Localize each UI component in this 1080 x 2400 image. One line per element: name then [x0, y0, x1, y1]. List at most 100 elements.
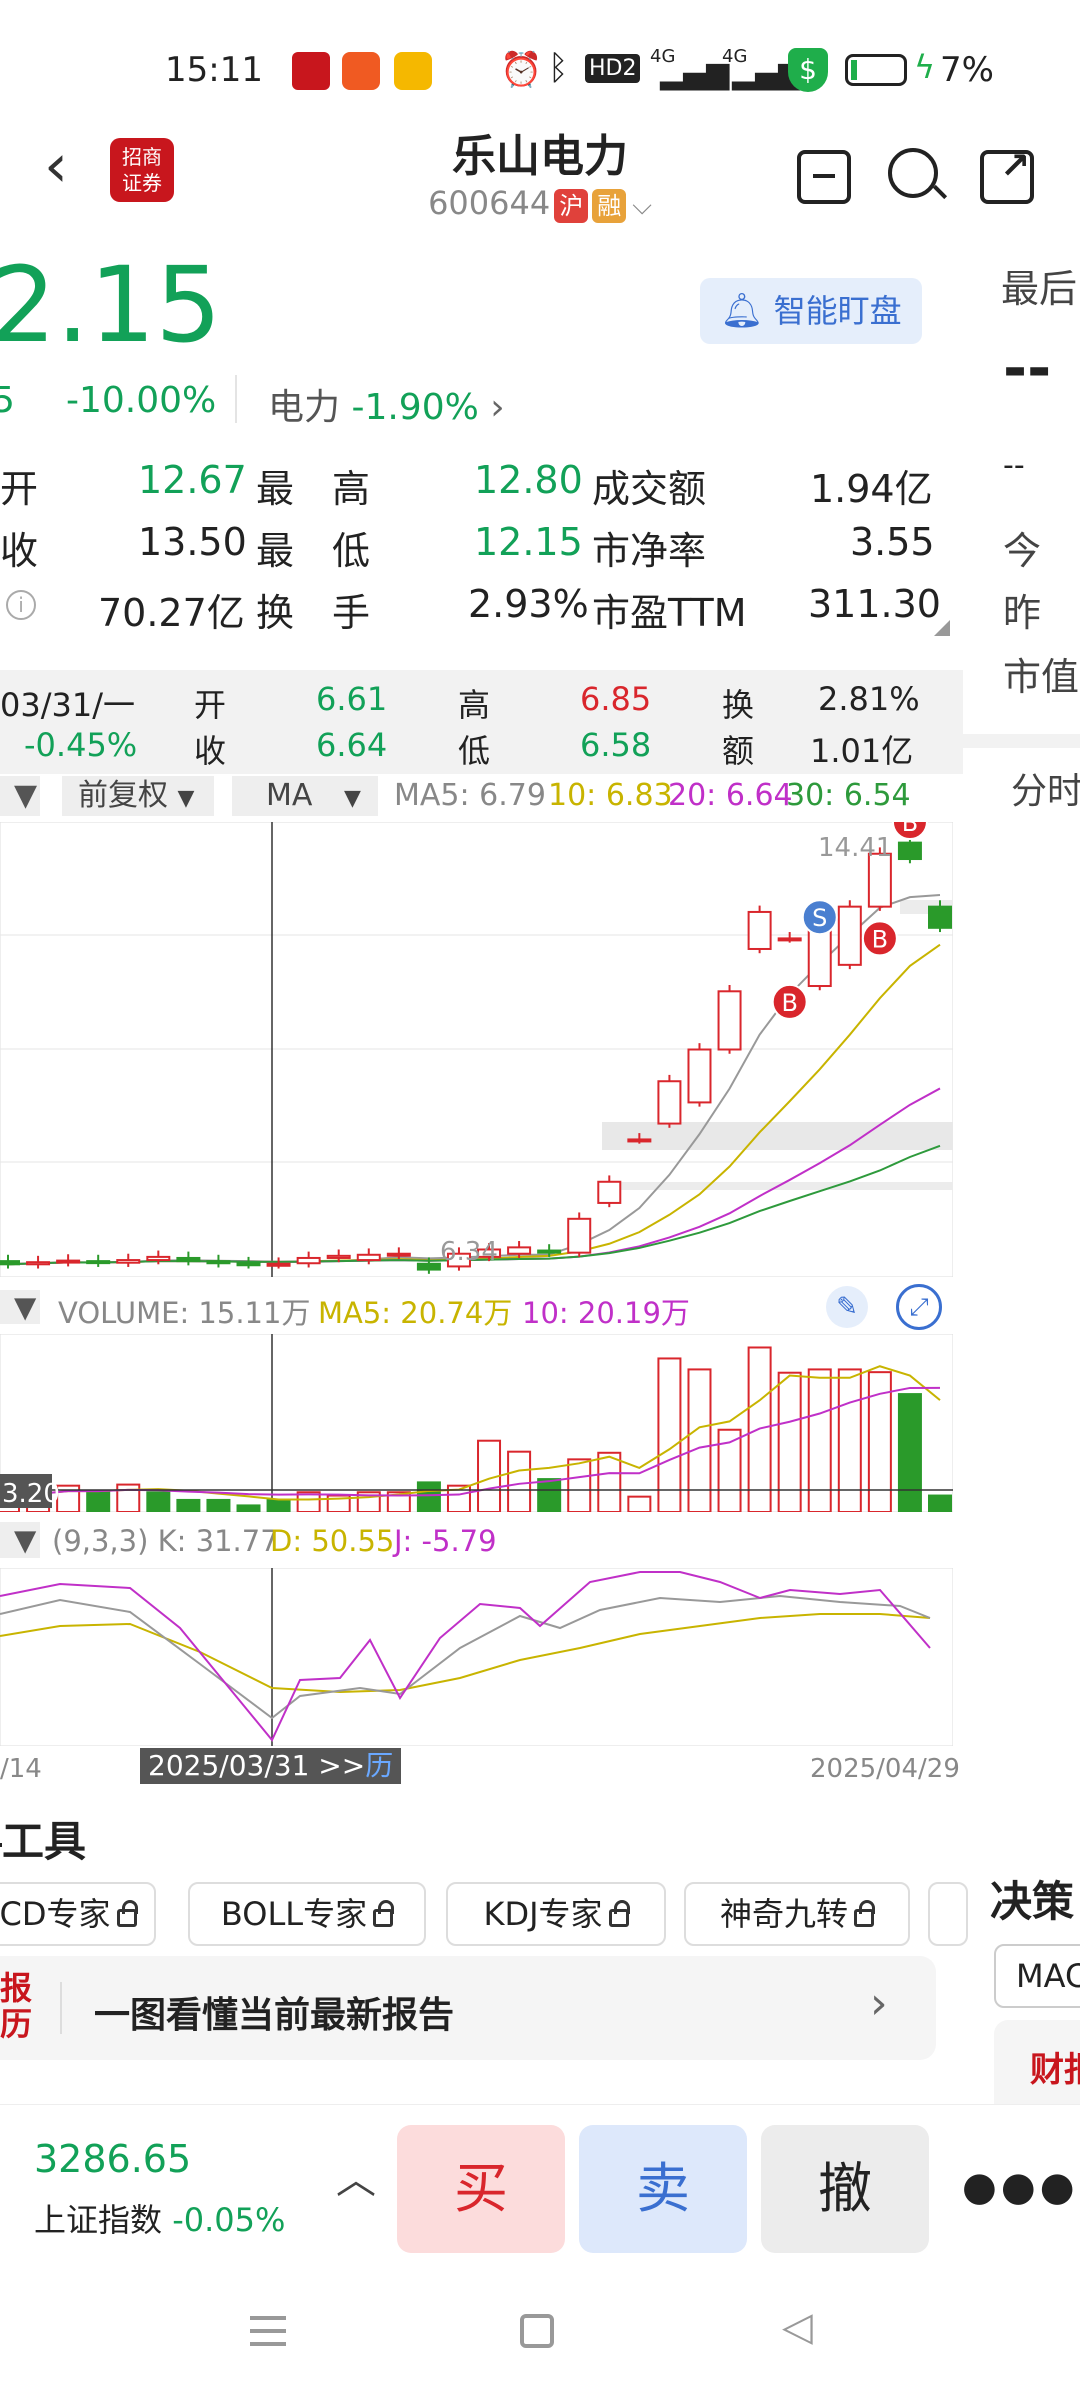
app-icon-cms	[292, 52, 330, 90]
tool-more[interactable]	[928, 1882, 968, 1946]
adjust-dropdown[interactable]: 前复权 ▼	[62, 776, 214, 816]
buy-button[interactable]: 买	[397, 2125, 565, 2253]
trade-marker-label: B	[781, 989, 797, 1017]
candle-body	[326, 1254, 351, 1259]
volume-bar	[777, 1371, 802, 1512]
period-dropdown[interactable]: ▼	[0, 776, 40, 816]
kdj-dropdown[interactable]: ▼	[0, 1522, 40, 1558]
candle-body	[747, 910, 772, 950]
fullscreen-icon[interactable]: ⤢	[896, 1284, 942, 1330]
stat-pb-label: 市净率	[592, 529, 707, 573]
charging-icon: ϟ	[914, 48, 936, 86]
sector-label: 电力	[268, 387, 341, 428]
volume-dropdown[interactable]: ▼	[0, 1290, 40, 1324]
system-nav: ◁	[0, 2270, 1080, 2400]
divider	[235, 375, 237, 423]
tag-shanghai: 沪	[554, 189, 589, 223]
trade-marker-label: B	[902, 822, 918, 837]
stat-pe-label: 市盈TTM	[592, 591, 747, 635]
candle-body	[356, 1253, 381, 1262]
candle-body	[86, 1260, 111, 1265]
tag-margin: 融	[592, 189, 627, 223]
side-report-card[interactable]: 财报	[994, 2020, 1080, 2104]
back-nav-icon[interactable]: ◁	[782, 2304, 813, 2350]
candle-body	[56, 1259, 81, 1264]
kline-chart[interactable]: 14.41 6.34 B S B B	[0, 822, 953, 1277]
battery-percent: 7%	[940, 50, 994, 90]
candle-body	[206, 1260, 231, 1265]
candle-body	[176, 1256, 201, 1263]
day-info-high-value: 6.85	[580, 680, 652, 718]
menu-icon[interactable]	[250, 2316, 286, 2346]
volume-bar	[146, 1491, 171, 1512]
day-info-close-label: 收	[194, 732, 227, 770]
chevron-down-icon: ⌵	[632, 191, 652, 221]
volume-label: VOLUME: 15.11万	[58, 1296, 311, 1330]
cursor-date[interactable]: 2025/03/31 >>历	[140, 1748, 402, 1784]
tool-boll[interactable]: BOLL专家	[188, 1882, 426, 1946]
cursor-history-link[interactable]: 历	[365, 1749, 393, 1782]
change-partial: 5	[0, 380, 15, 421]
chevron-up-icon[interactable]: ︿	[336, 2147, 376, 2205]
volume-ma10: 10: 20.19万	[522, 1296, 690, 1330]
side-macd-chip[interactable]: MAC	[994, 1944, 1080, 2008]
volume-bar	[176, 1498, 201, 1512]
chevron-right-icon: ›	[870, 1978, 888, 2029]
right-panel-fenshi[interactable]: 分时	[1011, 762, 1080, 814]
volume-bar	[657, 1357, 682, 1512]
info-icon[interactable]: i	[6, 590, 36, 620]
tool-nine-turn[interactable]: 神奇九转	[684, 1882, 910, 1946]
volume-chart[interactable]: 3.20	[0, 1334, 953, 1512]
home-icon[interactable]	[520, 2314, 554, 2348]
day-info-pct: -0.45%	[24, 726, 138, 764]
candle-body	[567, 1217, 592, 1254]
candle-body	[627, 1138, 652, 1143]
candle-body	[26, 1261, 51, 1266]
edit-icon[interactable]: ✎	[826, 1286, 868, 1328]
more-icon[interactable]: ●●●	[962, 2164, 1079, 2210]
right-panel-dash: --	[1003, 334, 1052, 402]
sell-button[interactable]: 卖	[579, 2125, 747, 2253]
current-price: 2.15	[0, 244, 222, 366]
ma20-value: 20: 6.64	[668, 778, 793, 813]
cancel-button[interactable]: 撤	[761, 2125, 929, 2253]
sector-percent: -1.90%	[351, 387, 479, 428]
kdj-chart[interactable]	[0, 1568, 953, 1746]
smart-watch-button[interactable]: 🔔︎ 智能盯盘	[700, 278, 922, 344]
index-row[interactable]: 上证指数 -0.05%	[34, 2195, 285, 2241]
volume-bar	[507, 1450, 532, 1512]
app-icon-orange	[342, 52, 380, 90]
lock-icon	[373, 1900, 395, 1927]
volume-bar	[236, 1504, 261, 1512]
signal-icon-1: ▂▄▆	[660, 56, 730, 91]
candle-body	[897, 841, 922, 861]
tool-boll-label: BOLL专家	[220, 1895, 368, 1933]
candle-body	[0, 1260, 20, 1266]
volume-bar	[928, 1494, 952, 1512]
volume-ma5: MA5: 20.74万	[318, 1296, 513, 1330]
divider	[60, 1982, 62, 2034]
report-banner[interactable]: 报 历 一图看懂当前最新报告 ›	[0, 1956, 936, 2060]
date-right: 2025/04/29	[810, 1754, 960, 1784]
day-info-amount-label: 额	[722, 732, 755, 770]
index-value[interactable]: 3286.65	[34, 2137, 191, 2181]
share-icon[interactable]: ↗	[980, 146, 1034, 204]
volume-bar	[567, 1458, 592, 1512]
status-time: 15:11	[165, 50, 263, 90]
right-panel-title: 最后	[1001, 267, 1078, 311]
stat-amount-value: 1.94亿	[810, 467, 933, 511]
tool-kdj[interactable]: KDJ专家	[446, 1882, 666, 1946]
minimize-icon[interactable]	[797, 150, 851, 204]
right-panel-divider	[963, 734, 1080, 748]
indicator-dropdown[interactable]: MA ▼	[232, 776, 378, 816]
search-icon[interactable]	[888, 148, 948, 200]
sector-link[interactable]: 电力 -1.90% ›	[268, 378, 505, 430]
tool-macd[interactable]: CD专家	[0, 1882, 156, 1946]
volume-bar	[206, 1498, 231, 1512]
expand-corner-icon[interactable]	[934, 620, 950, 636]
smart-watch-label: 智能盯盘	[773, 292, 902, 330]
stat-low-value: 12.15	[474, 520, 583, 564]
candle-body	[928, 905, 952, 929]
candle-body	[236, 1262, 261, 1267]
day-info-open-label: 开	[194, 686, 227, 724]
